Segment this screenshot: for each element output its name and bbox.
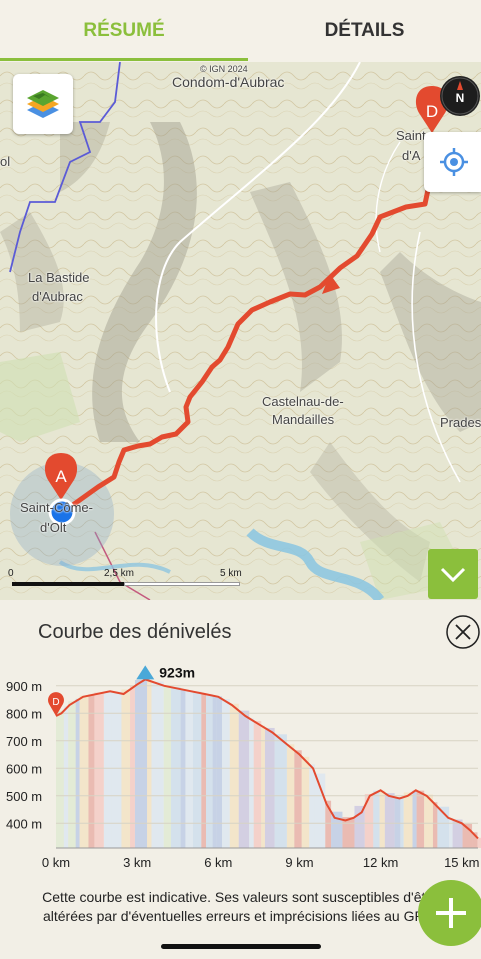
- slope-band: [379, 790, 385, 848]
- x-tick-label: 15 km: [444, 855, 479, 870]
- slope-band: [192, 691, 202, 848]
- close-icon: [446, 615, 480, 649]
- x-tick-label: 0 km: [42, 855, 70, 870]
- map-scale: 0 2,5 km 5 km: [8, 566, 248, 596]
- peak-label: 923m: [159, 664, 195, 680]
- map-layers-button[interactable]: [13, 74, 73, 134]
- place-label: ol: [0, 154, 11, 169]
- slope-band: [424, 794, 433, 848]
- slope-band: [264, 727, 275, 848]
- slope-band: [103, 691, 112, 848]
- collapse-panel-button[interactable]: [428, 549, 478, 599]
- slope-band: [274, 734, 287, 848]
- x-tick-label: 9 km: [285, 855, 313, 870]
- place-label: Saint-Côme-: [20, 500, 93, 515]
- x-tick-label: 6 km: [204, 855, 232, 870]
- scale-label-end: 5 km: [220, 568, 242, 579]
- slope-band: [56, 710, 64, 848]
- place-label: Condom-d'Aubrac: [172, 74, 285, 90]
- scale-label-zero: 0: [8, 568, 14, 579]
- slope-band: [384, 793, 395, 848]
- compass-button[interactable]: N: [440, 76, 480, 116]
- slope-band: [253, 721, 262, 848]
- place-label: La Bastide: [28, 270, 90, 285]
- slope-band: [249, 718, 254, 848]
- y-tick-label: 800 m: [6, 706, 42, 721]
- slope-band: [216, 696, 223, 848]
- elevation-chart[interactable]: 900 m 800 m 700 m 600 m 500 m 400 m 0 km 3 km 6…: [0, 660, 481, 875]
- y-tick-label: 400 m: [6, 816, 42, 831]
- x-tick-label: 12 km: [363, 855, 398, 870]
- slope-band: [222, 699, 230, 848]
- slope-band: [400, 797, 404, 848]
- panel-title: Courbe des dénivelés: [38, 621, 232, 643]
- x-tick-label: 3 km: [123, 855, 151, 870]
- scale-bar-dark: [12, 582, 124, 586]
- locate-me-button[interactable]: [424, 132, 481, 192]
- slope-band: [63, 706, 69, 848]
- start-pin-label: D: [52, 697, 59, 708]
- map-view[interactable]: A D Condom-d'Aubrac © IGN 2024 La Bastid…: [0, 62, 481, 600]
- compass-icon: N: [441, 77, 479, 115]
- slope-band: [68, 701, 76, 848]
- slope-band: [185, 690, 193, 848]
- slope-band: [331, 811, 343, 848]
- compass-north-label: N: [456, 91, 465, 105]
- home-indicator: [161, 944, 321, 949]
- end-marker-label: D: [426, 102, 438, 121]
- scale-bar-light: [124, 582, 240, 586]
- layers-icon: [27, 90, 59, 118]
- slope-band: [394, 797, 401, 848]
- slope-band: [94, 692, 104, 848]
- slope-band: [75, 698, 80, 848]
- tab-resume[interactable]: RÉSUMÉ: [0, 0, 248, 62]
- slope-band: [212, 695, 217, 848]
- close-button[interactable]: [445, 614, 481, 650]
- slope-band: [111, 691, 122, 848]
- slope-band: [261, 725, 265, 848]
- slope-band: [301, 756, 310, 848]
- slope-band: [88, 694, 95, 848]
- slope-band: [412, 790, 417, 848]
- profile-disclaimer: Cette courbe est indicative. Ses valeurs…: [42, 889, 438, 924]
- slope-band: [79, 695, 89, 848]
- tab-bar: RÉSUMÉ DÉTAILS: [0, 0, 481, 62]
- slope-band: [294, 750, 302, 848]
- slope-band: [449, 818, 453, 848]
- place-label: Mandailles: [272, 412, 335, 427]
- slope-band: [170, 687, 181, 848]
- place-label: d'Olt: [40, 520, 67, 535]
- plus-icon: [418, 880, 481, 946]
- place-label: d'Aubrac: [32, 289, 83, 304]
- slope-band: [416, 790, 425, 848]
- add-button[interactable]: [416, 878, 481, 948]
- slope-band: [403, 792, 413, 848]
- copyright-label: © IGN 2024: [200, 64, 248, 74]
- slope-band: [477, 837, 481, 848]
- crosshair-icon: [440, 148, 468, 176]
- place-label: Castelnau-de-: [262, 394, 344, 409]
- chevron-down-icon: [440, 567, 466, 583]
- slope-band: [373, 790, 380, 848]
- y-tick-label: 700 m: [6, 734, 42, 749]
- slope-band: [201, 693, 207, 848]
- slope-band: [238, 710, 250, 848]
- start-marker-label: A: [55, 467, 67, 486]
- y-tick-label: 900 m: [6, 679, 42, 694]
- slope-band: [354, 805, 365, 848]
- place-label: d'A: [402, 148, 421, 163]
- y-tick-label: 500 m: [6, 789, 42, 804]
- tab-details[interactable]: DÉTAILS: [248, 0, 481, 62]
- y-tick-label: 600 m: [6, 761, 42, 776]
- slope-band: [206, 694, 213, 848]
- place-label: Prades: [440, 415, 481, 430]
- slope-band: [309, 764, 315, 848]
- scale-label-mid: 2,5 km: [104, 568, 135, 579]
- active-tab-indicator: [0, 58, 248, 61]
- peak-marker: [136, 665, 155, 680]
- slope-band: [342, 817, 355, 848]
- slope-band: [229, 703, 239, 848]
- slope-band: [432, 802, 438, 848]
